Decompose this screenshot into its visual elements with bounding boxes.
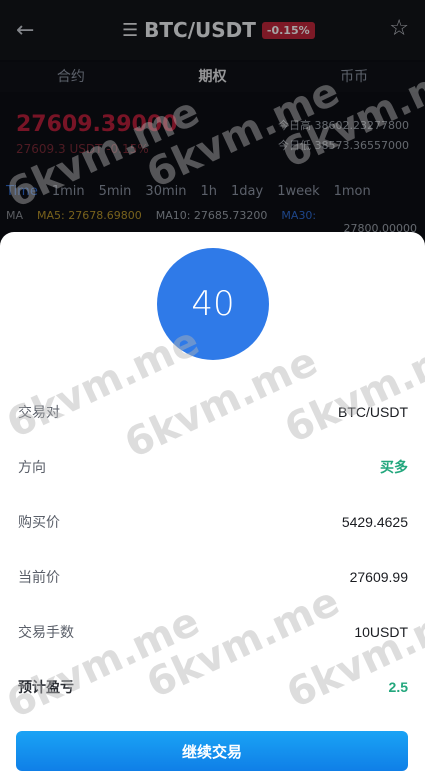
row-buy-price: 购买价 5429.4625 <box>18 511 408 533</box>
row-direction-value: 买多 <box>380 459 408 475</box>
row-buy-price-label: 购买价 <box>18 515 60 531</box>
continue-trading-button[interactable]: 继续交易 <box>16 731 408 771</box>
row-expected-pnl: 预计盈亏 2.5 <box>18 676 408 698</box>
row-lots: 交易手数 10USDT <box>18 621 408 643</box>
row-pair: 交易对 BTC/USDT <box>18 401 408 423</box>
row-current-price-value: 27609.99 <box>349 569 408 585</box>
row-expected-pnl-value: 2.5 <box>388 679 408 695</box>
countdown-circle: 40 <box>157 248 269 360</box>
row-buy-price-value: 5429.4625 <box>341 514 408 530</box>
row-direction-label: 方向 <box>18 460 46 476</box>
row-current-price: 当前价 27609.99 <box>18 566 408 588</box>
countdown-value: 40 <box>191 284 235 324</box>
row-pair-value: BTC/USDT <box>338 404 408 420</box>
row-expected-pnl-label: 预计盈亏 <box>18 680 74 696</box>
row-lots-value: 10USDT <box>354 624 408 640</box>
row-pair-label: 交易对 <box>18 405 60 421</box>
row-lots-label: 交易手数 <box>18 625 74 641</box>
row-current-price-label: 当前价 <box>18 570 60 586</box>
row-direction: 方向 买多 <box>18 456 408 478</box>
